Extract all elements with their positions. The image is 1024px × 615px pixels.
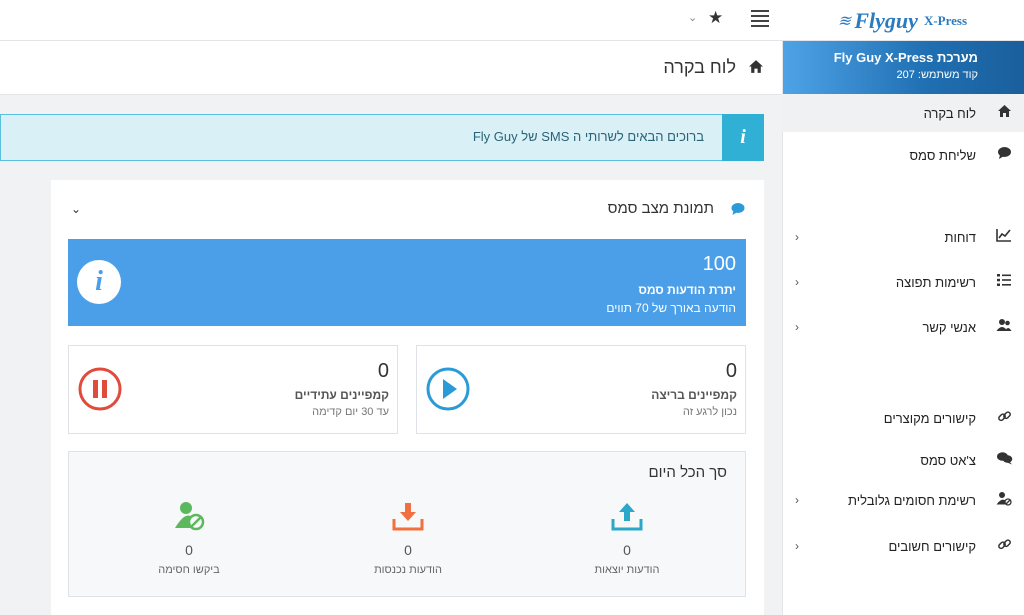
top-bar: ≋ Flyguy X-Press ★ ⌄ [0,0,1024,41]
link-icon [984,409,1024,428]
credits-value: 100 [702,253,736,275]
user-code: קוד משתמש: 207 [896,69,978,81]
summary-title: סך הכל היום [648,464,727,481]
chat-icon [984,451,1024,469]
upload-icon [547,498,707,534]
sidebar-item-distribution-lists[interactable]: רשימות תפוצה ‹ [782,263,1024,301]
page-header: לוח בקרה [0,41,782,95]
running-sub: נכון לרגע זה [682,406,737,418]
sidebar-item-important-links[interactable]: קישורים חשובים ‹ [782,527,1024,565]
outgoing-messages: 0 הודעות יוצאות [547,498,707,576]
incoming-messages: 0 הודעות נכנסות [328,498,488,576]
chevron-left-icon: ‹ [795,230,799,244]
running-campaigns-card: 0 קמפיינים בריצה נכון לרגע זה [416,345,746,434]
sidebar-item-reports[interactable]: דוחות ‹ [782,218,1024,256]
sidebar-item-label: רשימות תפוצה [895,274,976,290]
sidebar-item-label: שליחת סמס [909,147,977,163]
link-icon [984,537,1024,556]
sidebar-item-label: לוח בקרה [923,105,976,121]
credits-label: יתרת הודעות סמס [638,283,736,297]
blocks-value: 0 [185,542,193,558]
outgoing-value: 0 [623,542,631,558]
logo[interactable]: ≋ Flyguy X-Press [782,0,1024,41]
user-block-icon [109,498,269,534]
future-value: 0 [377,360,389,382]
alert-text: ברוכים הבאים לשרותי ה SMS של Fly Guy [472,129,704,144]
incoming-value: 0 [404,542,412,558]
chevron-left-icon: ‹ [795,493,799,507]
profile-banner: מערכת Fly Guy X-Press קוד משתמש: 207 [783,41,1024,94]
contacts-icon [984,318,1024,336]
info-icon: i [722,114,764,161]
sidebar-item-label: אנשי קשר [922,319,976,335]
chevron-left-icon: ‹ [795,539,799,553]
future-sub: עד 30 יום קדימה [312,406,389,418]
sidebar-item-label: קישורים מקוצרים [883,410,976,426]
panel-title: תמונת מצב סמס [607,200,714,217]
comment-icon [730,202,746,221]
chevron-left-icon: ‹ [795,275,799,289]
list-icon [984,273,1024,291]
play-icon [425,366,471,417]
chart-icon [984,228,1024,246]
running-value: 0 [725,360,737,382]
chevron-left-icon: ‹ [795,320,799,334]
future-campaigns-card: 0 קמפיינים עתידיים עד 30 יום קדימה [68,345,398,434]
sidebar-item-contacts[interactable]: אנשי קשר ‹ [782,308,1024,346]
outgoing-label: הודעות יוצאות [594,564,660,576]
comment-icon [984,146,1024,164]
running-label: קמפיינים בריצה [651,388,737,402]
incoming-label: הודעות נכנסות [374,564,442,576]
menu-toggle-icon[interactable] [751,10,769,28]
home-icon [984,104,1024,122]
profile-title: מערכת Fly Guy X-Press [833,50,978,65]
chevron-down-icon[interactable]: ⌄ [688,11,697,24]
sidebar-item-label: צ'אט סמס [920,452,976,468]
sidebar-item-global-block-list[interactable]: רשימת חסומים גלובלית ‹ [782,481,1024,519]
sidebar-item-label: קישורים חשובים [888,538,976,554]
credits-sub: הודעה באורך של 70 תווים [606,301,736,315]
user-block-icon [984,491,1024,510]
pause-icon [77,366,123,417]
future-label: קמפיינים עתידיים [294,388,389,402]
welcome-alert: ברוכים הבאים לשרותי ה SMS של Fly Guy i [0,114,764,161]
sidebar: מערכת Fly Guy X-Press קוד משתמש: 207 לוח… [782,41,1024,615]
sidebar-item-short-links[interactable]: קישורים מקוצרים [782,399,1024,437]
block-requests: 0 ביקשו חסימה [109,498,269,576]
home-icon [748,59,764,79]
today-summary: סך הכל היום 0 הודעות יוצאות 0 הודעות נכנ… [68,451,746,597]
sms-status-panel: תמונת מצב סמס ⌄ 100 יתרת הודעות סמס הודע… [51,180,764,615]
sidebar-item-label: דוחות [944,229,977,245]
sidebar-item-dashboard[interactable]: לוח בקרה [782,94,1024,132]
chevron-down-icon[interactable]: ⌄ [71,202,81,216]
logo-text: Flyguy [854,7,918,33]
sidebar-item-send-sms[interactable]: שליחת סמס [782,136,1024,174]
logo-mark-icon: ≋ [836,12,855,30]
star-icon[interactable]: ★ [708,8,723,28]
logo-subtext: X-Press [923,12,968,28]
download-icon [328,498,488,534]
sidebar-item-sms-chat[interactable]: צ'אט סמס [782,441,1024,479]
sidebar-item-label: רשימת חסומים גלובלית [847,492,976,508]
info-icon: i [77,260,121,304]
blocks-label: ביקשו חסימה [158,564,220,576]
page-title: לוח בקרה [663,57,736,77]
sms-credits-card: 100 יתרת הודעות סמס הודעה באורך של 70 תו… [68,239,746,326]
